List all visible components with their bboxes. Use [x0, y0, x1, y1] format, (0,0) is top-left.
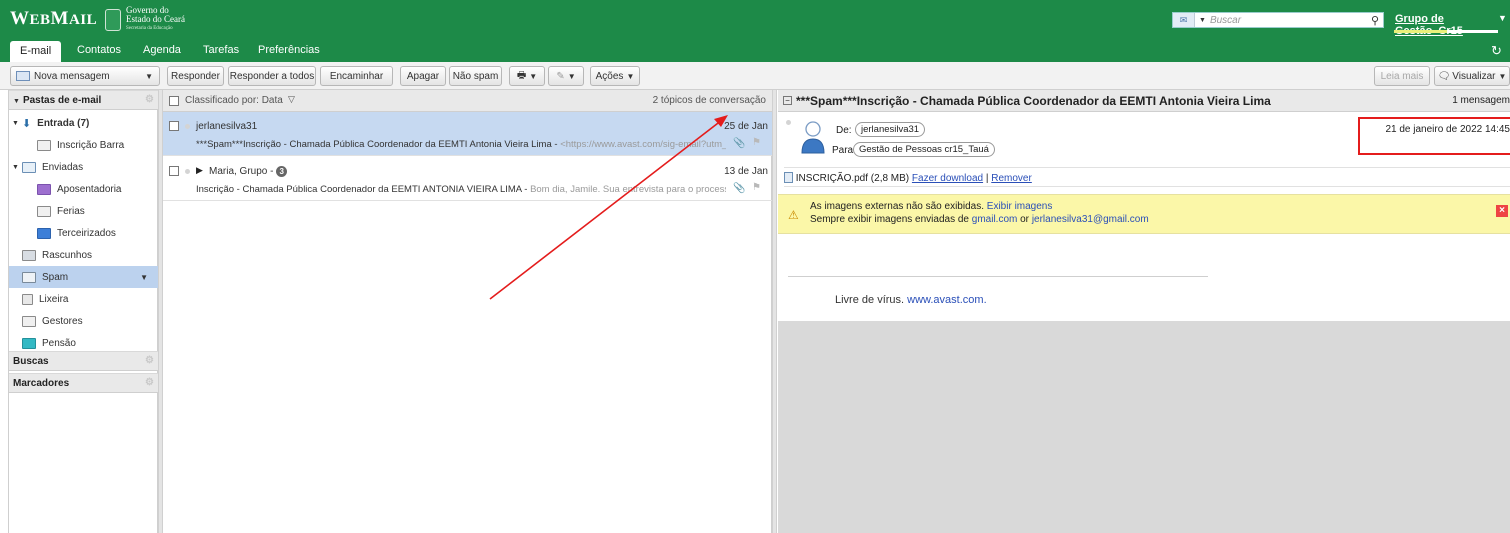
- annotation-arrow-line: [489, 119, 723, 300]
- annotation-arrow: [489, 115, 728, 300]
